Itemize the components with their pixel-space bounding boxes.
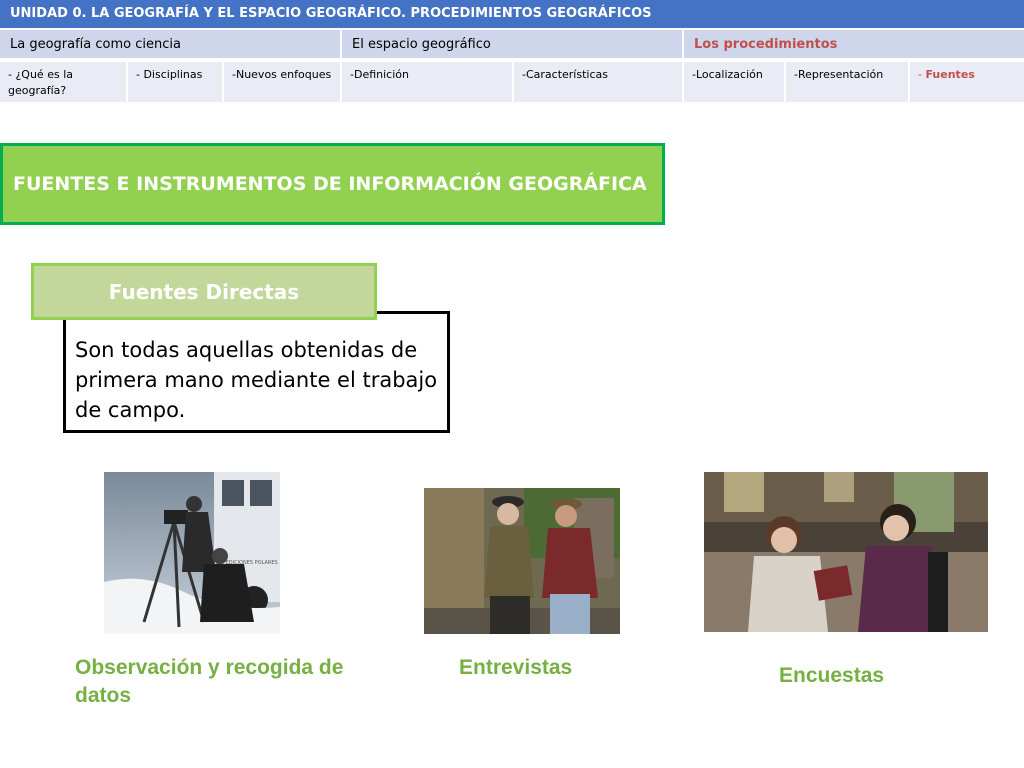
subtab-disciplinas[interactable]: - Disciplinas: [128, 62, 224, 104]
survey-photo: [704, 472, 988, 632]
subtab-fuentes-label: Fuentes: [925, 68, 975, 81]
subtab-fuentes[interactable]: - Fuentes: [910, 62, 1024, 104]
fuentes-directas-label: Fuentes Directas: [31, 263, 377, 320]
caption-observacion: Observación y recogida de datos: [75, 656, 344, 707]
caption-entrevistas: Entrevistas: [459, 656, 573, 679]
survey-illustration: [704, 472, 988, 632]
caption-encuestas: Encuestas: [779, 664, 885, 687]
subtab-localizacion[interactable]: -Localización: [684, 62, 786, 104]
subtab-caracteristicas[interactable]: -Características: [514, 62, 684, 104]
subtab-definicion[interactable]: -Definición: [342, 62, 514, 104]
tab-el-espacio-geografico[interactable]: El espacio geográfico: [342, 30, 684, 60]
definition-text: Son todas aquellas obtenidas de primera …: [75, 338, 438, 422]
subtab-representacion[interactable]: -Representación: [786, 62, 910, 104]
interview-photo: [424, 488, 620, 634]
subtab-que-es-la-geografia[interactable]: - ¿Qué es la geografía?: [0, 62, 128, 104]
tab-los-procedimientos[interactable]: Los procedimientos: [684, 30, 1024, 60]
subtab-nuevos-enfoques[interactable]: -Nuevos enfoques: [224, 62, 342, 104]
unit-title: UNIDAD 0. LA GEOGRAFÍA Y EL ESPACIO GEOG…: [0, 0, 1024, 28]
surveyor-photo: EXPEDICIONES POLARES: [104, 472, 280, 634]
tab-la-geografia-como-ciencia[interactable]: La geografía como ciencia: [0, 30, 342, 60]
surveyor-illustration: EXPEDICIONES POLARES: [104, 472, 280, 634]
slide-title: FUENTES E INSTRUMENTOS DE INFORMACIÓN GE…: [0, 143, 665, 225]
interview-illustration: [424, 488, 620, 634]
